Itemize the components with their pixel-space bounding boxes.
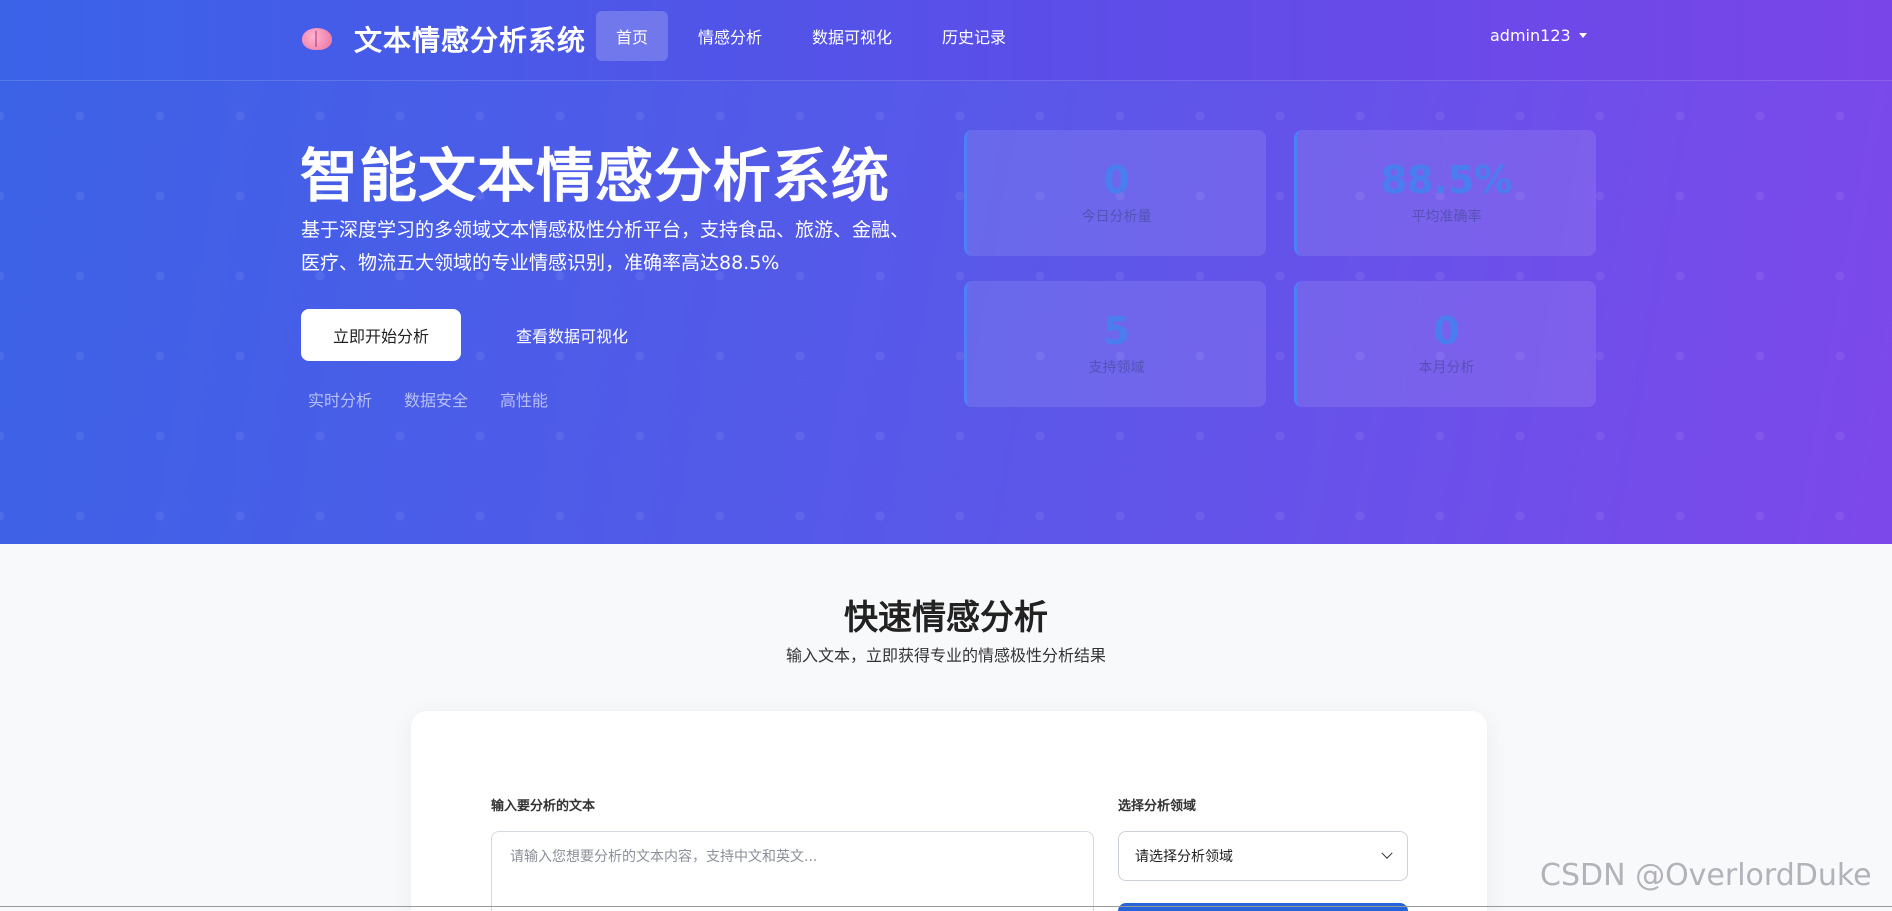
domain-select-value: 请选择分析领域 <box>1135 849 1233 865</box>
stat-value: 88.5% <box>1380 158 1513 202</box>
start-analysis-button[interactable]: 立即开始分析 <box>301 309 461 361</box>
hero-description: 基于深度学习的多领域文本情感极性分析平台，支持食品、旅游、金融、医疗、物流五大领… <box>301 219 910 274</box>
stat-card-accuracy: 88.5% 平均准确率 <box>1294 130 1596 256</box>
stat-card-today: 0 今日分析量 <box>964 130 1266 256</box>
section-title: 快速情感分析 <box>844 598 1048 638</box>
feature-realtime: 实时分析 <box>308 391 373 410</box>
nav-home[interactable]: 首页 <box>596 11 669 61</box>
nav-data-visualization[interactable]: 数据可视化 <box>792 11 912 61</box>
watermark: CSDN @OverlordDuke <box>1540 858 1872 893</box>
stat-value: 5 <box>1103 309 1130 353</box>
username: admin123 <box>1490 26 1571 45</box>
quick-analysis-card: 输入要分析的文本 选择分析领域 请选择分析领域 <box>411 711 1487 911</box>
stat-label: 支持领域 <box>1088 360 1145 376</box>
stat-value: 0 <box>1103 158 1130 202</box>
main-nav: 首页 情感分析 数据可视化 历史记录 <box>596 11 1026 61</box>
analyze-button[interactable] <box>1118 903 1408 911</box>
stat-label: 平均准确率 <box>1411 209 1482 225</box>
nav-history[interactable]: 历史记录 <box>922 11 1026 61</box>
section-subtitle: 输入文本，立即获得专业的情感极性分析结果 <box>785 646 1106 665</box>
hero-section: 智能文本情感分析系统 基于深度学习的多领域文本情感极性分析平台，支持食品、旅游、… <box>0 81 1892 544</box>
stat-value: 0 <box>1433 309 1460 353</box>
stat-label: 今日分析量 <box>1081 209 1152 225</box>
domain-select-label: 选择分析领域 <box>1118 799 1197 814</box>
stat-card-domains: 5 支持领域 <box>964 281 1266 407</box>
nav-sentiment-analysis[interactable]: 情感分析 <box>678 11 782 61</box>
chevron-down-icon <box>1381 847 1393 859</box>
hero-pattern <box>0 81 1892 544</box>
text-input-label: 输入要分析的文本 <box>491 799 596 814</box>
hero-title: 智能文本情感分析系统 <box>300 142 891 210</box>
feature-list: 实时分析 数据安全 高性能 <box>308 387 548 411</box>
brand-title: 文本情感分析系统 <box>354 24 587 57</box>
domain-select[interactable]: 请选择分析领域 <box>1118 831 1408 881</box>
view-visualization-button[interactable]: 查看数据可视化 <box>496 309 648 361</box>
window-edge <box>0 906 1892 907</box>
navbar: 文本情感分析系统 首页 情感分析 数据可视化 历史记录 admin123 <box>0 0 1892 81</box>
feature-security: 数据安全 <box>404 391 469 410</box>
brain-icon <box>302 28 332 50</box>
stat-card-month: 0 本月分析 <box>1294 281 1596 407</box>
brand[interactable]: 文本情感分析系统 <box>302 18 586 60</box>
stat-label: 本月分析 <box>1418 360 1475 376</box>
caret-down-icon <box>1578 33 1587 38</box>
user-menu[interactable]: admin123 <box>1490 26 1587 45</box>
analysis-text-input[interactable] <box>491 831 1094 911</box>
feature-performance: 高性能 <box>500 391 549 410</box>
